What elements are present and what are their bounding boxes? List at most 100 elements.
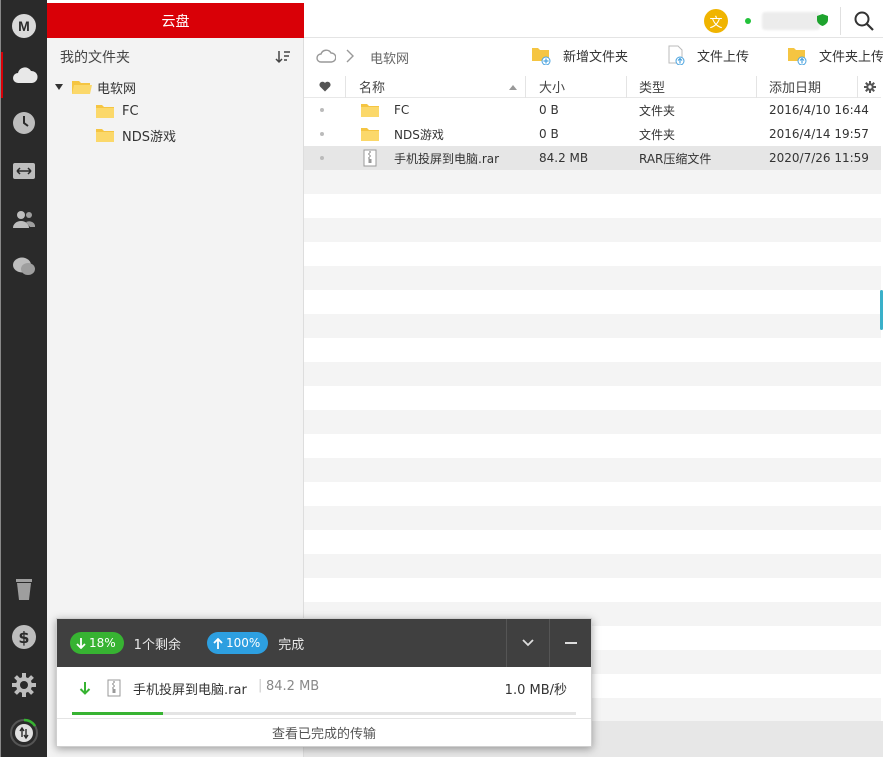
nav-rail: M $ (1, 0, 47, 757)
file-name: FC (394, 103, 410, 117)
sort-up-icon (509, 84, 517, 90)
transfer-panel-header[interactable]: 18% 1个剩余 100% 完成 (57, 619, 591, 667)
clock-icon (13, 112, 35, 134)
chat-icon (13, 257, 35, 275)
type-column-header[interactable]: 类型 (627, 76, 757, 98)
rail-transfers[interactable] (1, 148, 47, 194)
column-label: 类型 (639, 81, 666, 96)
logo-icon: M (12, 14, 36, 38)
date-column-header[interactable]: 添加日期 (757, 76, 858, 98)
folder-icon (361, 104, 379, 117)
chevron-down-icon (522, 639, 534, 647)
shield-icon (817, 14, 828, 26)
account-name-redacted[interactable] (762, 12, 820, 30)
transfer-progress-bar (72, 712, 576, 715)
rail-rubbish-bin[interactable] (1, 566, 47, 612)
favorite-cell[interactable] (304, 98, 346, 122)
folder-icon (96, 129, 114, 142)
rail-sync-status[interactable] (1, 710, 47, 756)
download-arrow-icon (79, 682, 91, 695)
rail-upgrade[interactable]: $ (1, 614, 47, 660)
svg-text:$: $ (18, 628, 29, 647)
file-size: 0 B (539, 103, 559, 117)
upload-percent: 100% (225, 636, 261, 650)
file-date: 2016/4/10 16:44 (769, 103, 869, 117)
file-name: 手机投屏到电脑.rar (394, 151, 500, 166)
transfer-arrows-icon (13, 163, 35, 179)
rail-chat[interactable] (1, 244, 47, 290)
column-settings-button[interactable] (858, 76, 881, 98)
unfavorited-dot-icon (320, 132, 324, 136)
favorite-cell[interactable] (304, 122, 346, 146)
breadcrumb-current[interactable]: 电软网 (370, 48, 409, 67)
file-size: 0 B (539, 127, 559, 141)
column-label: 大小 (539, 81, 566, 96)
transfer-panel: 18% 1个剩余 100% 完成 手机投屏到电脑.rar | 84.2 MB 1… (56, 618, 592, 747)
app-window: M $ 云盘 文 我的文件夹 电软网 FC NDS游戏 电软网 新增文件夹 文件… (0, 0, 883, 757)
folder-open-icon (72, 81, 92, 94)
file-row-folder-fc[interactable]: FC 0 B 文件夹 2016/4/10 16:44 (304, 98, 881, 122)
tree-item-label: 电软网 (97, 81, 137, 97)
top-bar: 文 (304, 3, 883, 38)
size-column-header[interactable]: 大小 (526, 76, 627, 98)
sync-icon (10, 718, 38, 747)
gear-icon (12, 673, 36, 697)
view-completed-transfers-link[interactable]: 查看已完成的传输 (57, 718, 591, 746)
tree-item-nds[interactable]: NDS游戏 (95, 124, 176, 146)
favorite-cell[interactable] (304, 146, 346, 170)
cloud-home-icon[interactable] (316, 49, 336, 63)
favorite-column-header[interactable] (304, 76, 346, 98)
name-column-header[interactable]: 名称 (346, 76, 526, 98)
new-folder-icon (532, 48, 551, 65)
tree-item-fc[interactable]: FC (95, 100, 139, 122)
file-upload-icon (668, 45, 685, 65)
divider (840, 7, 841, 35)
folder-icon (361, 128, 379, 141)
download-progress-badge: 18% (70, 632, 124, 654)
file-size: 84.2 MB (539, 151, 589, 165)
rail-recent[interactable] (1, 100, 47, 146)
download-percent: 18% (89, 636, 116, 650)
avatar[interactable]: 文 (704, 9, 728, 33)
transfer-item-row[interactable]: 手机投屏到电脑.rar | 84.2 MB 1.0 MB/秒 (57, 667, 591, 709)
minimize-transfer-button[interactable] (549, 619, 592, 667)
collapse-transfer-button[interactable] (506, 619, 549, 667)
rail-cloud-drive[interactable] (1, 52, 47, 98)
file-row-archive[interactable]: 手机投屏到电脑.rar 84.2 MB RAR压缩文件 2020/7/26 11… (304, 146, 881, 170)
folder-upload-button[interactable]: 文件夹上传 (787, 45, 883, 65)
dollar-icon: $ (12, 625, 36, 649)
download-remaining: 1个剩余 (133, 637, 181, 653)
rail-settings[interactable] (1, 662, 47, 708)
transfer-progress-fill (72, 712, 163, 715)
file-date: 2016/4/14 19:57 (769, 127, 869, 141)
new-folder-label: 新增文件夹 (563, 49, 629, 65)
file-type: 文件夹 (639, 103, 676, 118)
folder-icon (96, 105, 114, 118)
upload-progress-badge: 100% (206, 632, 269, 654)
column-header-row: 名称 大小 类型 添加日期 (304, 76, 881, 98)
gear-icon (863, 80, 876, 93)
unfavorited-dot-icon (320, 108, 324, 112)
logo-letter: M (18, 18, 30, 34)
tree-item-root[interactable]: 电软网 (55, 76, 136, 98)
expand-triangle-icon[interactable] (55, 84, 63, 90)
file-upload-button[interactable]: 文件上传 (667, 45, 749, 65)
folder-upload-label: 文件夹上传 (819, 49, 883, 65)
file-row-folder-nds[interactable]: NDS游戏 0 B 文件夹 2016/4/14 19:57 (304, 122, 881, 146)
archive-file-icon (363, 149, 377, 167)
mega-logo-button[interactable]: M (1, 3, 47, 49)
upload-status: 完成 (278, 637, 305, 653)
file-rows: FC 0 B 文件夹 2016/4/10 16:44 NDS游戏 0 B 文件夹… (304, 98, 881, 170)
breadcrumb-toolbar: 电软网 新增文件夹 文件上传 文件夹上传 (304, 38, 883, 76)
app-title: 云盘 (47, 3, 304, 38)
file-type: RAR压缩文件 (639, 151, 712, 166)
file-name: NDS游戏 (394, 127, 444, 142)
contacts-icon (13, 211, 36, 228)
search-icon[interactable] (853, 10, 875, 32)
new-folder-button[interactable]: 新增文件夹 (531, 45, 628, 65)
transfer-file-name: 手机投屏到电脑.rar (133, 683, 247, 698)
rail-contacts[interactable] (1, 196, 47, 242)
online-status-dot (745, 18, 751, 24)
unfavorited-dot-icon (320, 156, 324, 160)
sort-icon[interactable] (275, 50, 291, 64)
